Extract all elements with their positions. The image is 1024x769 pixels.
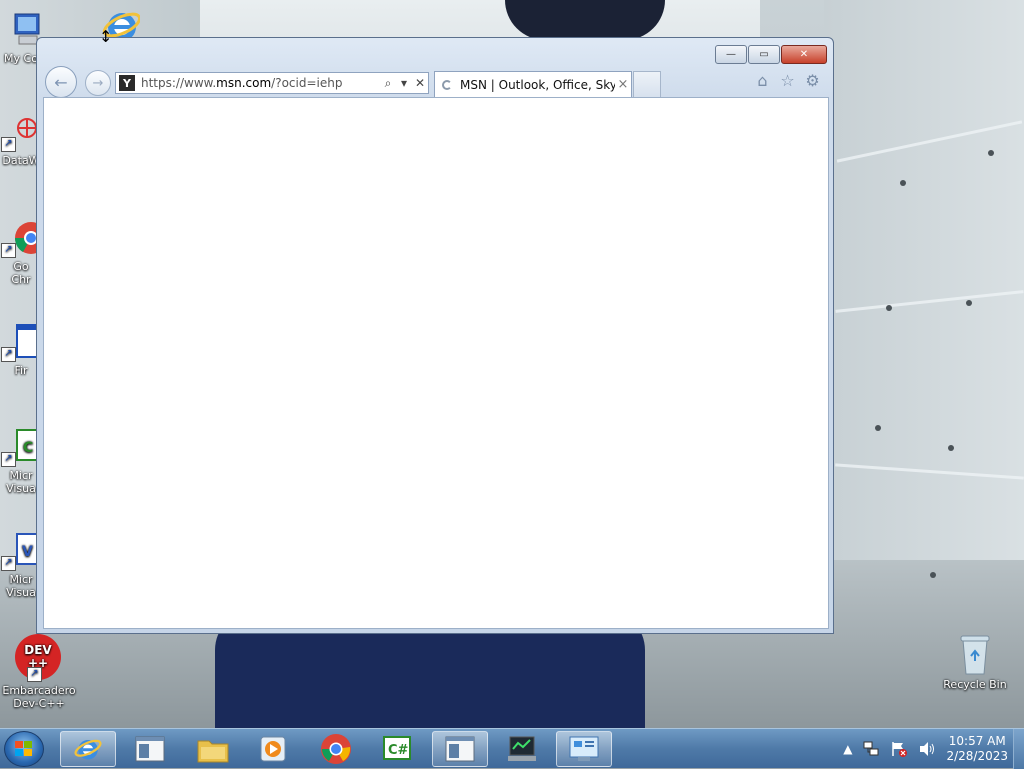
maximize-button[interactable]: ▭: [748, 45, 780, 64]
clock-date: 2/28/2023: [946, 749, 1008, 763]
stop-icon[interactable]: ✕: [412, 76, 428, 90]
wallpaper-bolt: [948, 445, 954, 451]
computer-icon: [1, 10, 41, 50]
url-prefix: https://www.: [141, 76, 217, 90]
settings-gear-icon[interactable]: ⚙: [804, 72, 821, 89]
shortcut-arrow-icon: ↗: [1, 347, 16, 362]
url-domain: msn.com: [216, 76, 272, 90]
start-button[interactable]: [4, 731, 44, 767]
taskbar-control-panel[interactable]: [556, 731, 612, 767]
csharp-icon: C#: [383, 736, 411, 760]
tab-close-icon[interactable]: ×: [615, 77, 631, 92]
minimize-button[interactable]: —: [715, 45, 747, 64]
tray-overflow-icon[interactable]: ▲: [843, 742, 852, 756]
devcpp-icon: DEV ++ ↗: [15, 634, 63, 682]
desktop-icon-label: Recycle Bin: [943, 678, 1007, 691]
search-icon[interactable]: ⌕: [380, 76, 396, 91]
wallpaper-bolt: [886, 305, 892, 311]
desktop-icon-recycle-bin[interactable]: Recycle Bin: [940, 632, 1010, 691]
taskbar-csharp[interactable]: C#: [370, 731, 426, 767]
wallpaper-bolt: [930, 572, 936, 578]
visual-studio-icon: V ↗: [1, 531, 41, 571]
address-bar[interactable]: Y https://www.msn.com/?ocid=iehp ⌕ ▾ ✕: [115, 72, 429, 94]
taskbar-clock[interactable]: 10:57 AM 2/28/2023: [946, 734, 1008, 764]
address-dropdown-icon[interactable]: ▾: [396, 76, 412, 90]
taskbar-media-player[interactable]: [245, 731, 301, 767]
window-controls: — ▭ ✕: [715, 45, 827, 64]
volume-icon[interactable]: [918, 741, 936, 757]
forward-button[interactable]: →: [85, 70, 111, 96]
desktop-icon-devcpp[interactable]: DEV ++ ↗ Embarcadero Dev-C++: [2, 634, 76, 710]
url-suffix: /?ocid=iehp: [271, 76, 343, 90]
shortcut-arrow-icon: ↗: [27, 667, 42, 682]
shortcut-arrow-icon: ↗: [1, 137, 16, 152]
browser-tab[interactable]: MSN | Outlook, Office, Sky... ×: [434, 71, 632, 97]
svg-text:C#: C#: [388, 743, 409, 758]
close-button[interactable]: ✕: [781, 45, 827, 64]
window-app-icon: [445, 736, 475, 762]
new-tab-button[interactable]: [633, 71, 661, 97]
recycle-bin-icon: [955, 632, 995, 676]
chrome-icon: ↗: [1, 218, 42, 258]
show-desktop-button[interactable]: [1013, 729, 1024, 769]
windows-logo-icon: [15, 741, 33, 757]
browser-toolbar-icons: ⌂ ☆ ⚙: [754, 72, 821, 89]
taskbar-chrome[interactable]: [308, 731, 364, 767]
forward-arrow-icon: →: [92, 75, 104, 91]
desktop-icon-label: Embarcadero Dev-C++: [2, 684, 76, 710]
taskbar-window-app[interactable]: [122, 731, 178, 767]
system-tray: ▲ 10:57 AM 2/28/2023: [843, 729, 1008, 769]
network-icon[interactable]: [862, 741, 880, 757]
taskbar-file-explorer[interactable]: [185, 731, 241, 767]
file-explorer-icon: [197, 740, 229, 763]
svg-text:V: V: [22, 544, 33, 560]
wallpaper-bolt: [966, 300, 972, 306]
shortcut-arrow-icon: ↗: [1, 452, 16, 467]
clock-time: 10:57 AM: [948, 734, 1006, 748]
loading-spinner-icon: [442, 79, 452, 90]
browser-window[interactable]: — ▭ ✕ ← → Y https://www.msn.com/?ocid=ie…: [36, 37, 834, 634]
control-panel-icon: [569, 736, 599, 761]
taskbar-monitor-app[interactable]: [494, 731, 550, 767]
tab-title: MSN | Outlook, Office, Sky...: [460, 77, 615, 92]
media-player-icon: [260, 736, 286, 762]
wallpaper-bolt: [900, 180, 906, 186]
internet-explorer-icon: [74, 739, 102, 760]
monitor-app-icon: [508, 736, 536, 761]
action-center-flag-icon[interactable]: [890, 741, 908, 757]
window-app-icon: [135, 736, 165, 762]
taskbar-window-app-active[interactable]: [432, 731, 488, 767]
wallpaper-bolt: [988, 150, 994, 156]
wallpaper-figure-head: [505, 0, 665, 40]
taskbar-internet-explorer[interactable]: [60, 731, 116, 767]
visual-studio-icon: C ↗: [1, 427, 41, 467]
resize-cursor-icon: ↕: [99, 27, 113, 46]
home-icon[interactable]: ⌂: [754, 72, 771, 89]
favorites-star-icon[interactable]: ☆: [779, 72, 796, 89]
site-favicon-icon: Y: [119, 75, 135, 91]
shortcut-arrow-icon: ↗: [1, 556, 16, 571]
address-url[interactable]: https://www.msn.com/?ocid=iehp: [141, 76, 380, 90]
back-arrow-icon: ←: [54, 72, 68, 92]
shortcut-arrow-icon: ↗: [1, 243, 16, 258]
file-icon: ↗: [1, 322, 41, 362]
svg-text:C: C: [23, 440, 33, 456]
wallpaper-bolt: [875, 425, 881, 431]
datawarehouse-icon: ↗: [1, 112, 41, 152]
taskbar: C# ▲ 10:57 AM 2/28/2023: [0, 728, 1024, 769]
page-content[interactable]: [43, 97, 829, 629]
chrome-icon: [321, 734, 351, 764]
back-button[interactable]: ←: [45, 66, 77, 98]
